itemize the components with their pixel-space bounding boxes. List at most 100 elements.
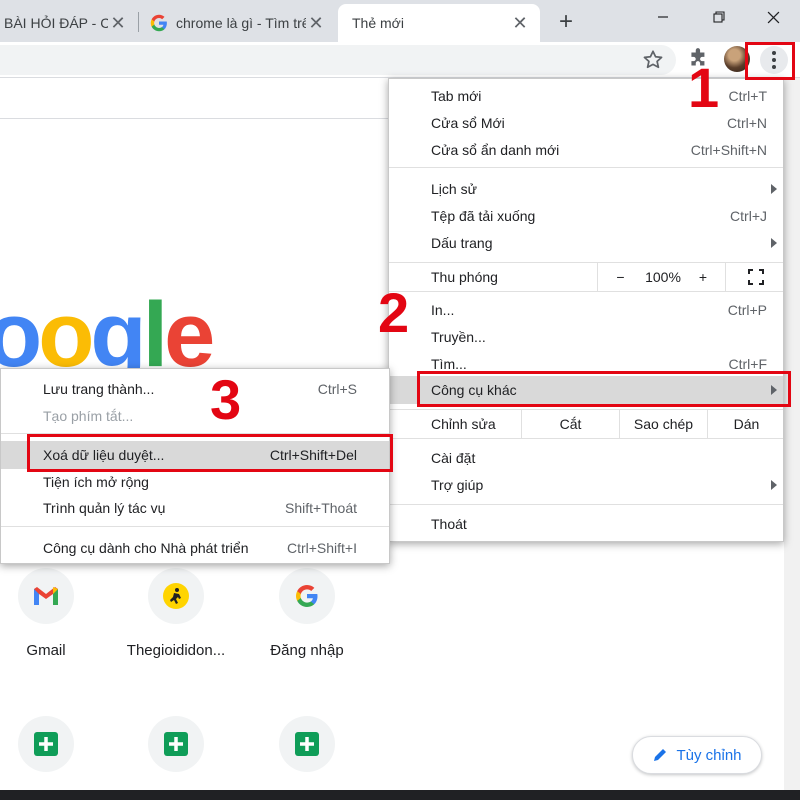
menu-item-label: Cài đặt (431, 449, 476, 466)
fullscreen-icon (747, 269, 764, 285)
menu-item-new-tab[interactable]: Tab mới Ctrl+T (389, 82, 783, 109)
submenu-arrow-icon (771, 479, 777, 490)
thegioididong-icon (163, 583, 189, 609)
step-number-2: 2 (378, 281, 410, 344)
menu-item-shortcut: Ctrl+F (728, 355, 768, 372)
shortcut-gmail[interactable]: Gmail (0, 568, 101, 659)
submenu-item-save-page[interactable]: Lưu trang thành... Ctrl+S (1, 375, 389, 402)
window-close-button[interactable] (750, 0, 796, 34)
menu-item-shortcut: Ctrl+P (727, 301, 767, 318)
shortcut-sheets-1[interactable] (0, 716, 101, 772)
menu-separator (389, 438, 783, 439)
tab-title: BÀI HỎI ĐÁP - C (4, 15, 108, 31)
submenu-item-shortcut: Ctrl+Shift+I (286, 539, 357, 556)
menu-item-exit[interactable]: Thoát (389, 510, 783, 537)
menu-item-downloads[interactable]: Tệp đã tải xuống Ctrl+J (389, 202, 783, 229)
highlight-box-step3 (27, 434, 393, 472)
menu-item-settings[interactable]: Cài đặt (389, 444, 783, 471)
submenu-item-developer-tools[interactable]: Công cụ dành cho Nhà phát triển Ctrl+Shi… (1, 534, 389, 561)
google-logo: oogle (0, 290, 217, 380)
zoom-out-button[interactable]: − (597, 263, 643, 291)
bookmark-star-icon[interactable] (640, 47, 666, 73)
menu-item-shortcut: Ctrl+Shift+N (690, 141, 767, 158)
submenu-item-extensions[interactable]: Tiện ích mở rộng (1, 468, 389, 495)
menu-item-incognito[interactable]: Cửa sổ ẩn danh mới Ctrl+Shift+N (389, 136, 783, 163)
submenu-arrow-icon (771, 237, 777, 248)
menu-separator (1, 526, 389, 527)
shortcut-label: Đăng nhập (270, 642, 344, 659)
edit-row: Chỉnh sửa Cắt Sao chép Dán (389, 410, 783, 438)
submenu-item-task-manager[interactable]: Trình quản lý tác vụ Shift+Thoát (1, 494, 389, 521)
menu-item-print[interactable]: In... Ctrl+P (389, 296, 783, 323)
shortcut-icon-circle (148, 716, 204, 772)
paste-button[interactable]: Dán (707, 410, 785, 438)
tab-hoi-dap[interactable]: BÀI HỎI ĐÁP - C ✕ (0, 4, 138, 42)
gmail-icon (34, 587, 58, 605)
cut-button[interactable]: Cắt (521, 410, 619, 438)
menu-item-label: Cửa sổ ẩn danh mới (431, 141, 560, 158)
customize-button[interactable]: Tùy chỉnh (632, 736, 762, 774)
submenu-item-label: Tạo phím tắt... (43, 407, 134, 424)
menu-item-label: Tệp đã tải xuống (431, 207, 536, 224)
tab-new-tab[interactable]: Thẻ mới ✕ (338, 4, 540, 42)
pencil-icon (654, 749, 667, 761)
shortcut-dang-nhap[interactable]: Đăng nhập (252, 568, 362, 659)
menu-item-label: In... (431, 301, 455, 318)
submenu-item-shortcut: Ctrl+S (317, 380, 357, 397)
close-icon (767, 11, 779, 23)
highlight-box-step2 (417, 371, 791, 407)
restore-icon (713, 11, 725, 23)
close-icon[interactable]: ✕ (306, 13, 326, 33)
submenu-item-label: Lưu trang thành... (43, 380, 155, 397)
menu-item-cast[interactable]: Truyền... (389, 323, 783, 350)
scrollbar[interactable] (784, 78, 800, 790)
menu-item-new-window[interactable]: Cửa sổ Mới Ctrl+N (389, 109, 783, 136)
address-bar[interactable] (0, 45, 676, 75)
shortcut-sheets-2[interactable] (121, 716, 231, 772)
step-number-1: 1 (688, 56, 720, 119)
submenu-item-label: Trình quản lý tác vụ (43, 499, 166, 516)
tab-google-search[interactable]: chrome là gì - Tìm trê ✕ (140, 4, 336, 42)
zoom-in-button[interactable]: + (683, 263, 723, 291)
new-tab-button[interactable]: + (552, 8, 580, 36)
zoom-level: 100% (645, 269, 681, 285)
shortcut-icon-circle (279, 716, 335, 772)
menu-item-label: Truyền... (431, 328, 486, 345)
zoom-label: Thu phóng (431, 269, 498, 285)
google-g-icon (296, 585, 318, 607)
tab-title: chrome là gì - Tìm trê (176, 15, 306, 31)
shortcut-sheets-3[interactable] (252, 716, 362, 772)
customize-label: Tùy chỉnh (676, 746, 742, 764)
sheets-plus-icon (34, 732, 58, 756)
minimize-button[interactable] (640, 0, 686, 34)
submenu-item-label: Tiện ích mở rộng (43, 473, 149, 490)
tab-divider (138, 12, 139, 32)
sheets-plus-icon (164, 732, 188, 756)
restore-button[interactable] (696, 0, 742, 34)
taskbar-strip (0, 790, 800, 800)
sheets-plus-icon (295, 732, 319, 756)
menu-separator (389, 291, 783, 292)
menu-item-label: Lịch sử (431, 180, 477, 197)
submenu-item-shortcut: Shift+Thoát (285, 499, 357, 516)
copy-button[interactable]: Sao chép (619, 410, 707, 438)
fullscreen-button[interactable] (725, 263, 785, 291)
close-icon[interactable]: ✕ (510, 13, 530, 33)
submenu-item-create-shortcut: Tạo phím tắt... (1, 402, 389, 429)
submenu-item-label: Công cụ dành cho Nhà phát triển (43, 539, 249, 556)
shortcut-thegioididong[interactable]: Thegioididon... (121, 568, 231, 659)
highlight-box-step1 (745, 42, 795, 80)
menu-item-label: Trợ giúp (431, 476, 484, 493)
edit-label: Chỉnh sửa (431, 416, 496, 432)
menu-item-help[interactable]: Trợ giúp (389, 471, 783, 498)
menu-item-history[interactable]: Lịch sử (389, 175, 783, 202)
menu-item-label: Tìm... (431, 355, 467, 372)
shortcut-icon-circle (18, 568, 74, 624)
menu-item-shortcut: Ctrl+J (730, 207, 767, 224)
step-number-3: 3 (210, 368, 242, 431)
shortcut-icon-circle (18, 716, 74, 772)
menu-item-shortcut: Ctrl+T (728, 87, 768, 104)
zoom-row: Thu phóng − 100% + (389, 263, 783, 291)
close-icon[interactable]: ✕ (108, 13, 128, 33)
menu-item-bookmarks[interactable]: Dấu trang (389, 229, 783, 256)
